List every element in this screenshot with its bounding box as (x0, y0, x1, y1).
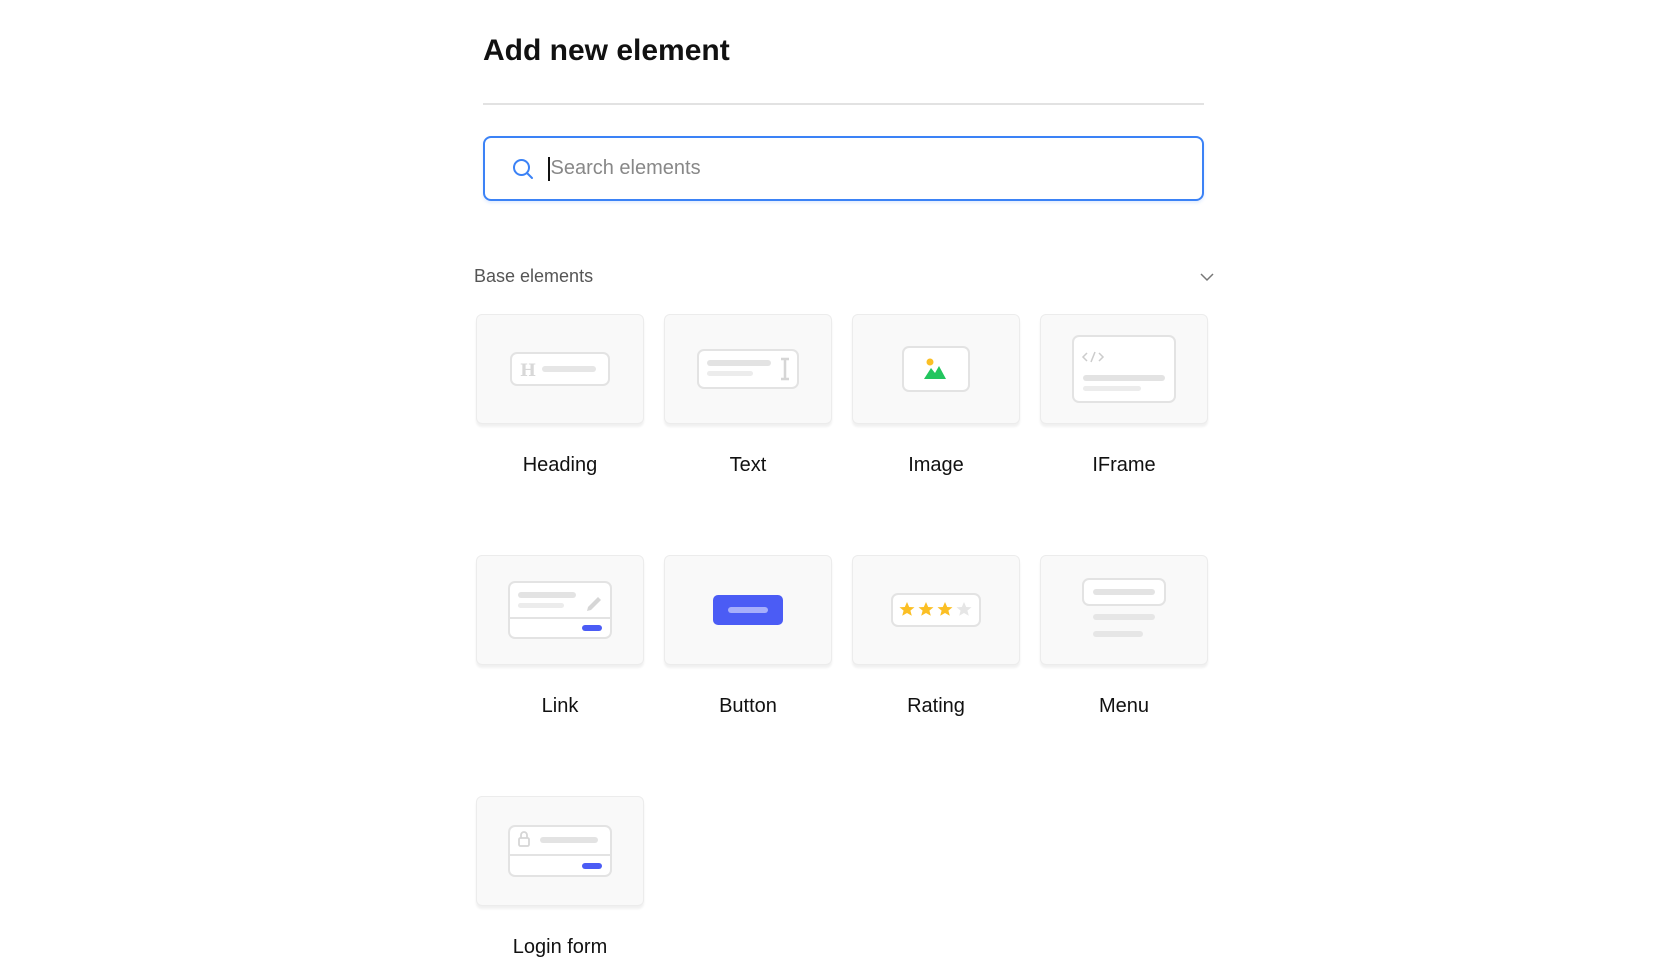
element-text[interactable]: Text (664, 314, 832, 477)
search-field[interactable] (483, 136, 1204, 201)
text-cursor (548, 156, 550, 181)
element-label: Heading (522, 454, 598, 476)
element-label: Text (729, 454, 767, 476)
divider (483, 103, 1204, 105)
element-heading[interactable]: H Heading (476, 314, 644, 477)
link-icon (508, 581, 612, 639)
element-label: Rating (907, 695, 965, 717)
element-label: IFrame (1092, 454, 1156, 476)
button-icon (713, 595, 783, 625)
search-icon (513, 158, 533, 179)
element-link[interactable]: Link (476, 555, 644, 718)
element-iframe[interactable]: IFrame (1040, 314, 1208, 477)
element-label: Login form (512, 936, 608, 958)
element-menu[interactable]: Menu (1040, 555, 1208, 718)
element-image[interactable]: Image (852, 314, 1020, 477)
element-label: Image (908, 454, 964, 476)
element-label: Link (541, 695, 579, 717)
chevron-down-icon[interactable] (1200, 272, 1214, 282)
text-icon (697, 349, 799, 389)
section-label: Base elements (474, 266, 594, 286)
section-header-base-elements[interactable]: Base elements (474, 266, 1214, 287)
page-title: Add new element (483, 34, 730, 67)
menu-icon (1082, 578, 1166, 637)
element-label: Button (719, 695, 777, 717)
iframe-icon (1072, 335, 1176, 403)
heading-icon: H (510, 352, 610, 386)
element-rating[interactable]: Rating (852, 555, 1020, 718)
image-icon (902, 346, 970, 392)
element-label: Menu (1098, 695, 1150, 717)
search-input[interactable] (550, 157, 1151, 180)
elements-grid: H Heading Text Image IFrame Link Button … (476, 314, 1208, 959)
login-form-icon (508, 825, 612, 877)
rating-icon (891, 593, 981, 627)
element-button[interactable]: Button (664, 555, 832, 718)
svg-text:H: H (520, 361, 536, 381)
element-login-form[interactable]: Login form (476, 796, 644, 959)
